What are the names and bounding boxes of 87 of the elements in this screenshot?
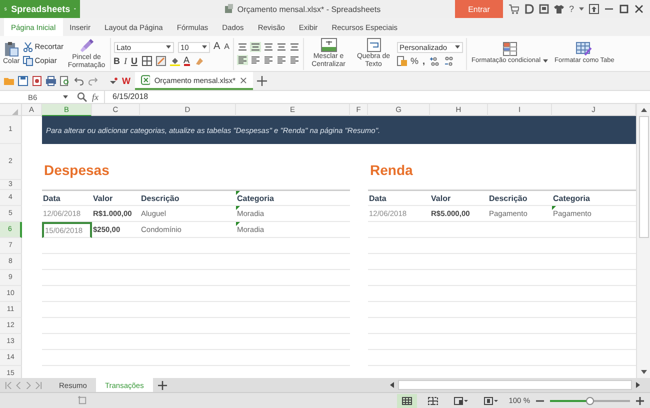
currency-icon[interactable] xyxy=(396,56,407,66)
table-cell[interactable]: Categoria xyxy=(236,190,350,206)
comment-marker-icon xyxy=(552,206,556,210)
align-icon[interactable] xyxy=(236,55,248,65)
comma-style-button[interactable]: , xyxy=(422,56,426,66)
function-label[interactable]: fx xyxy=(92,92,98,102)
maximize-icon[interactable] xyxy=(619,4,629,14)
italic-button[interactable]: I xyxy=(124,56,127,66)
align-icon[interactable] xyxy=(288,42,300,52)
pdf-icon[interactable] xyxy=(32,76,42,86)
formula-field[interactable]: 6/15/2018 xyxy=(104,91,650,103)
undo-icon[interactable] xyxy=(74,76,84,86)
align-icon[interactable] xyxy=(250,55,261,65)
bold-button[interactable]: B xyxy=(114,56,120,66)
conditional-format-icon xyxy=(502,42,517,56)
caret-icon xyxy=(202,45,206,49)
align-icon[interactable] xyxy=(288,55,300,65)
normal-view-button[interactable] xyxy=(396,394,417,408)
font-color-button[interactable]: A xyxy=(184,56,190,66)
save-icon[interactable] xyxy=(18,76,28,86)
scroll-left-icon[interactable] xyxy=(390,382,394,388)
close-icon[interactable] xyxy=(240,76,246,84)
window-title: Orçamento mensal.xlsx* - Spreadsheets xyxy=(237,4,381,14)
table-cell[interactable]: Valor xyxy=(92,190,140,206)
table-cell[interactable]: Valor xyxy=(430,190,488,206)
vertical-scrollbar[interactable] xyxy=(636,104,650,378)
scroll-up-icon[interactable] xyxy=(640,108,646,112)
comment-marker-icon xyxy=(236,206,240,210)
brush-icon xyxy=(78,38,94,52)
document-icon xyxy=(224,4,234,14)
collapse-ribbon-icon[interactable] xyxy=(589,4,599,14)
app-name: Spreadsheets xyxy=(11,4,70,14)
table-cell[interactable]: Data xyxy=(368,190,430,206)
scroll-thumb[interactable] xyxy=(638,116,648,238)
zoom-in-icon[interactable] xyxy=(636,396,644,404)
table-cell[interactable]: Descrição xyxy=(140,190,236,206)
grid-icon xyxy=(428,396,438,404)
scissors-icon xyxy=(22,42,33,52)
caret-icon xyxy=(166,45,170,49)
add-tab-icon[interactable] xyxy=(256,76,266,86)
caret-icon xyxy=(542,59,548,63)
scroll-thumb[interactable] xyxy=(398,380,632,390)
grid-icon xyxy=(402,396,412,404)
help-button[interactable]: ? xyxy=(568,4,574,14)
align-icon[interactable] xyxy=(250,42,261,52)
layout-icon xyxy=(454,396,468,404)
zoom-icon[interactable] xyxy=(77,92,87,102)
increase-decimal-icon[interactable] xyxy=(429,56,440,66)
percent-button[interactable]: % xyxy=(410,56,419,66)
align-icon[interactable] xyxy=(276,42,287,52)
align-icon[interactable] xyxy=(236,42,248,52)
caret-icon xyxy=(454,45,460,49)
fill-color-icon[interactable] xyxy=(170,56,180,66)
add-sheet-icon[interactable] xyxy=(158,380,167,390)
grow-font-button[interactable]: A xyxy=(214,42,220,52)
comment-marker-icon xyxy=(236,191,240,195)
office-logo[interactable]: W xyxy=(122,76,130,86)
scroll-down-icon[interactable] xyxy=(640,370,646,374)
cart-icon[interactable] xyxy=(508,4,519,14)
section-title: Despesas xyxy=(44,162,110,178)
scroll-right-icon[interactable] xyxy=(636,382,640,388)
template-icon[interactable] xyxy=(538,4,549,14)
align-icon[interactable] xyxy=(262,42,274,52)
comment-marker-icon xyxy=(236,222,240,226)
decrease-decimal-icon[interactable] xyxy=(443,56,454,66)
zoom-slider-thumb[interactable] xyxy=(586,396,594,404)
shrink-font-button[interactable]: A xyxy=(224,42,230,52)
clipboard-icon xyxy=(3,41,20,57)
table-cell[interactable]: Descrição xyxy=(488,190,552,206)
borders-icon[interactable] xyxy=(142,56,152,66)
shirt-icon[interactable] xyxy=(554,4,564,14)
table-style-icon xyxy=(576,42,592,56)
caret-icon xyxy=(63,95,68,99)
fill-pattern-icon[interactable] xyxy=(156,56,166,66)
print-icon[interactable] xyxy=(46,76,56,86)
section-title: Renda xyxy=(370,162,413,178)
underline-button[interactable]: U xyxy=(131,56,138,66)
align-icon[interactable] xyxy=(262,55,274,65)
spreadsheet-file-icon xyxy=(140,75,150,85)
table-cell[interactable]: Data xyxy=(42,190,92,206)
customize-icon[interactable] xyxy=(108,76,118,86)
align-icon[interactable] xyxy=(276,55,287,65)
caret-icon xyxy=(579,7,584,11)
close-icon[interactable] xyxy=(634,4,644,14)
print-preview-icon[interactable] xyxy=(60,76,70,86)
app-menu-button[interactable]: Spreadsheets xyxy=(0,0,80,18)
copy-icon xyxy=(22,56,33,66)
